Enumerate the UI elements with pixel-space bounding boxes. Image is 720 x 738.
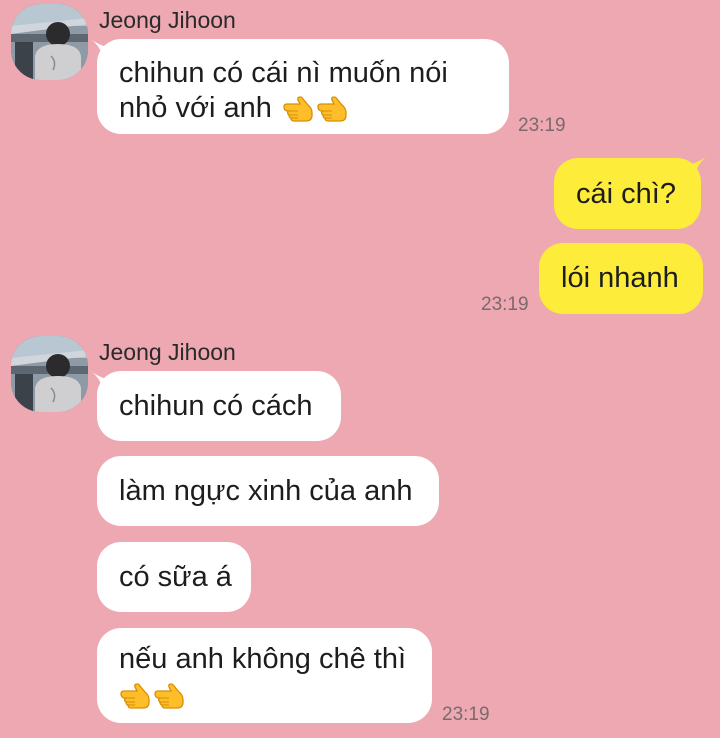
message-bubble[interactable]: chihun có cái nì muốn nói nhỏ với anh bbox=[97, 39, 509, 134]
message-bubble[interactable]: chihun có cách bbox=[97, 371, 341, 441]
pointing-right-hand-icon bbox=[316, 95, 350, 123]
message-bubble[interactable]: nếu anh không chê thì bbox=[97, 628, 432, 723]
message-text: chihun có cái nì muốn nói bbox=[119, 57, 448, 89]
message-text: có sữa á bbox=[119, 561, 232, 593]
message-text: nhỏ với anh bbox=[119, 92, 272, 124]
sender-name: Jeong Jihoon bbox=[99, 7, 236, 33]
message-bubble[interactable]: có sữa á bbox=[97, 542, 251, 612]
message-bubble[interactable]: cái chì? bbox=[554, 158, 701, 229]
message-text: chihun có cách bbox=[119, 390, 313, 422]
pointing-hands-emoji bbox=[282, 92, 350, 127]
sender-avatar[interactable] bbox=[11, 336, 88, 412]
message-text: lói nhanh bbox=[561, 262, 679, 294]
sender-name: Jeong Jihoon bbox=[99, 339, 236, 365]
message-bubble[interactable]: làm ngực xinh của anh bbox=[97, 456, 439, 526]
pointing-right-hand-icon bbox=[282, 95, 316, 123]
message-text: làm ngực xinh của anh bbox=[119, 475, 413, 507]
message-bubble[interactable]: lói nhanh bbox=[539, 243, 703, 314]
message-text: nếu anh không chê thì bbox=[119, 643, 407, 675]
pointing-hands-emoji bbox=[119, 679, 432, 714]
pointing-right-hand-icon bbox=[119, 682, 153, 710]
profile-photo-avatar-icon bbox=[11, 4, 88, 80]
profile-photo-avatar-icon bbox=[11, 336, 88, 412]
message-timestamp: 23:19 bbox=[442, 704, 490, 725]
message-text: cái chì? bbox=[576, 178, 676, 210]
sender-avatar[interactable] bbox=[11, 4, 88, 80]
pointing-right-hand-icon bbox=[153, 682, 187, 710]
message-timestamp: 23:19 bbox=[518, 115, 566, 136]
message-timestamp: 23:19 bbox=[481, 294, 529, 315]
